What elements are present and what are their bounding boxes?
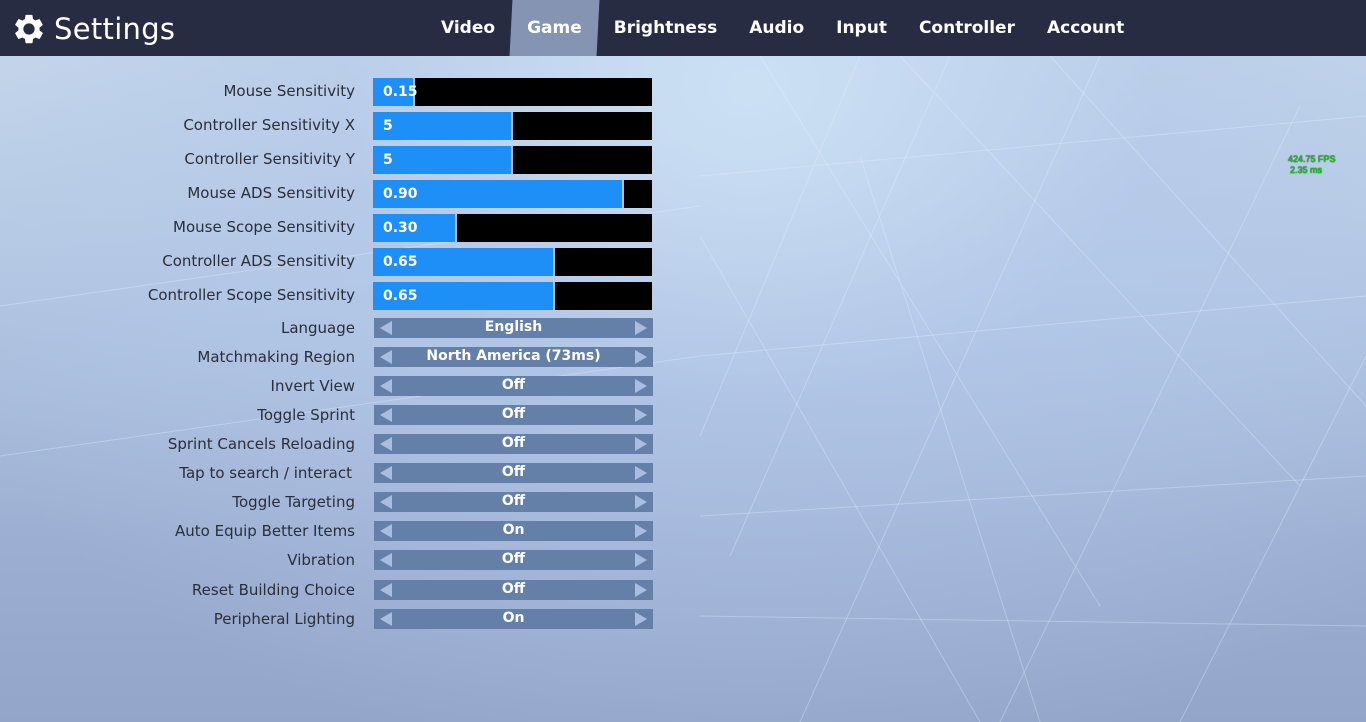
tab-label: Input (836, 18, 887, 38)
setting-label: Controller ADS Sensitivity (162, 252, 355, 270)
arrow-right-icon[interactable] (635, 379, 647, 393)
tab-brightness[interactable]: Brightness (598, 0, 733, 56)
controller-sensitivity-y-slider[interactable]: 5 (373, 146, 652, 174)
arrow-right-icon[interactable] (635, 466, 647, 480)
mouse-ads-sensitivity-slider[interactable]: 0.90 (373, 180, 652, 208)
selector-value: On (502, 610, 525, 626)
setting-label: Matchmaking Region (197, 348, 355, 366)
selector-value: Off (501, 435, 526, 451)
slider-value: 5 (383, 118, 393, 134)
setting-label: Language (280, 319, 355, 337)
selector-value: Off (501, 406, 526, 422)
selector-value: North America (73ms) (426, 348, 601, 364)
slider-fill (373, 112, 513, 140)
slider-value: 0.90 (383, 186, 418, 202)
setting-label: Mouse Scope Sensitivity (173, 218, 355, 236)
tab-label: Audio (749, 18, 805, 38)
tab-bar: Video Game Brightness Audio Input Contro… (425, 0, 1140, 56)
setting-label: Toggle Targeting (232, 493, 355, 511)
gear-icon (15, 14, 43, 44)
mouse-sensitivity-slider[interactable]: 0.15 (373, 78, 652, 106)
reset-building-choice-selector: Off (374, 580, 653, 600)
setting-label: Invert View (270, 377, 355, 395)
setting-label: Controller Sensitivity Y (184, 150, 355, 168)
slider-value: 0.65 (383, 254, 418, 270)
tap-to-search-selector: Off (374, 463, 653, 483)
invert-view-selector: Off (374, 376, 653, 396)
setting-label: Controller Scope Sensitivity (147, 286, 355, 304)
brand: Settings (12, 10, 175, 48)
tab-label: Controller (918, 18, 1015, 38)
arrow-right-icon[interactable] (635, 612, 647, 626)
controller-sensitivity-x-slider[interactable]: 5 (373, 112, 652, 140)
setting-label: Sprint Cancels Reloading (167, 435, 355, 453)
toggle-sprint-selector: Off (374, 405, 653, 425)
auto-equip-selector: On (374, 521, 653, 541)
selector-value: On (502, 522, 525, 538)
frame-time-value: 2.35 ms (1290, 165, 1323, 175)
arrow-right-icon[interactable] (635, 524, 647, 538)
setting-label: Auto Equip Better Items (175, 522, 355, 540)
arrow-right-icon[interactable] (635, 553, 647, 567)
selector-value: Off (501, 493, 526, 509)
vibration-selector: Off (374, 550, 653, 570)
slider-value: 0.15 (383, 84, 418, 100)
arrow-right-icon[interactable] (635, 408, 647, 422)
setting-label: Reset Building Choice (191, 581, 355, 599)
slider-fill (373, 146, 513, 174)
tab-account[interactable]: Account (1031, 0, 1140, 56)
toggle-targeting-selector: Off (374, 492, 653, 512)
matchmaking-region-selector: North America (73ms) (374, 347, 653, 367)
controller-scope-sensitivity-slider[interactable]: 0.65 (373, 282, 652, 310)
selector-value: Off (501, 464, 526, 480)
tab-input[interactable]: Input (820, 0, 903, 56)
tab-audio[interactable]: Audio (733, 0, 820, 56)
fps-value: 424.75 FPS (1288, 154, 1336, 164)
tab-game[interactable]: Game (511, 0, 598, 56)
selector-value: Off (501, 581, 526, 597)
controller-ads-sensitivity-slider[interactable]: 0.65 (373, 248, 652, 276)
setting-label: Peripheral Lighting (213, 610, 355, 628)
tab-label: Game (527, 18, 582, 38)
fps-counter: 424.75 FPS 2.35 ms (1288, 154, 1336, 176)
slider-value: 0.65 (383, 288, 418, 304)
arrow-right-icon[interactable] (635, 350, 647, 364)
selector-value: Off (501, 377, 526, 393)
tab-controller[interactable]: Controller (903, 0, 1031, 56)
arrow-right-icon[interactable] (635, 437, 647, 451)
sprint-cancels-reloading-selector: Off (374, 434, 653, 454)
selector-value: English (484, 319, 543, 335)
tab-label: Account (1046, 18, 1125, 38)
setting-label: Toggle Sprint (257, 406, 355, 424)
page-title: Settings (54, 12, 176, 46)
peripheral-lighting-selector: On (374, 609, 653, 629)
slider-value: 0.30 (383, 220, 418, 236)
tab-label: Video (441, 18, 496, 38)
arrow-right-icon[interactable] (635, 495, 647, 509)
setting-label: Mouse ADS Sensitivity (187, 184, 355, 202)
mouse-scope-sensitivity-slider[interactable]: 0.30 (373, 214, 652, 242)
tab-label: Brightness (613, 18, 718, 38)
setting-label: Vibration (287, 551, 355, 569)
selector-value: Off (501, 551, 526, 567)
arrow-right-icon[interactable] (635, 321, 647, 335)
tab-video[interactable]: Video (425, 0, 511, 56)
setting-label: Controller Sensitivity X (183, 116, 355, 134)
language-selector: English (374, 318, 653, 338)
slider-value: 5 (383, 152, 393, 168)
top-bar: Settings Video Game Brightness Audio Inp… (0, 0, 1366, 56)
setting-label: Tap to search / interact (179, 464, 352, 482)
arrow-right-icon[interactable] (635, 583, 647, 597)
setting-label: Mouse Sensitivity (223, 82, 355, 100)
